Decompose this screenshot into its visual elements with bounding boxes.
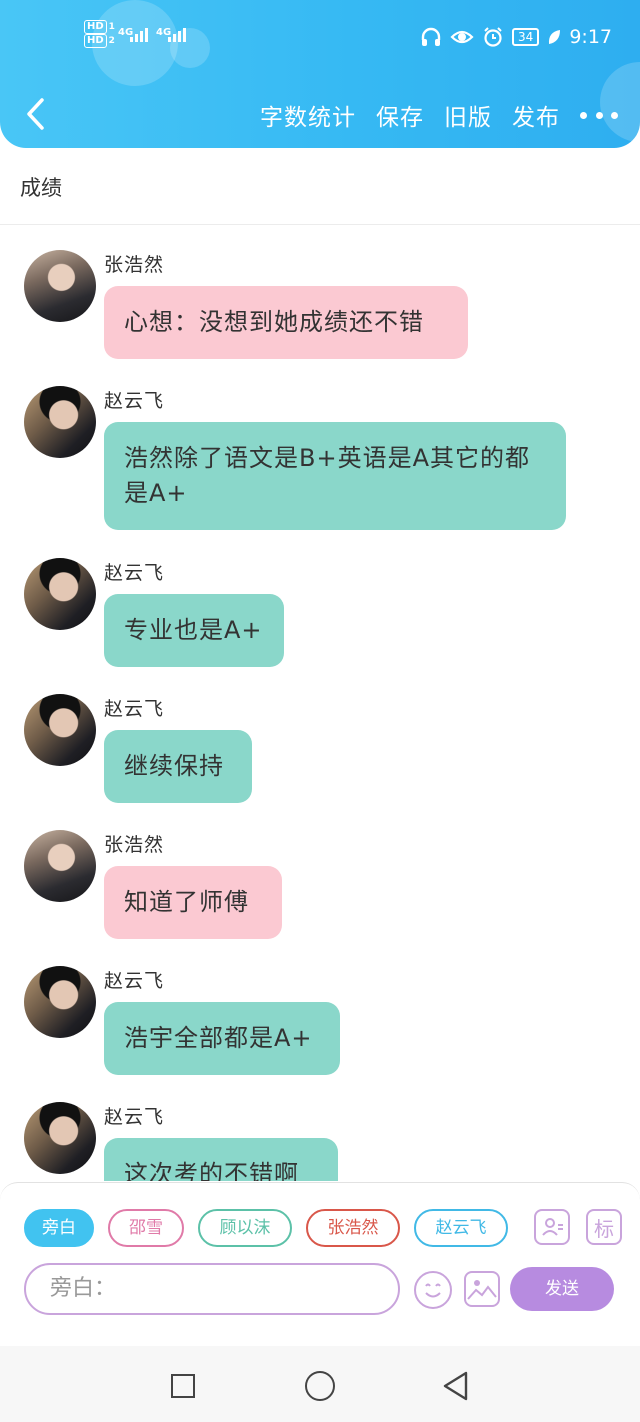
sim-indicator: HD 1 HD 2 xyxy=(84,20,115,48)
role-chip-zhaoyunfei[interactable]: 赵云飞 xyxy=(414,1209,508,1247)
headphones-icon xyxy=(421,27,441,46)
back-nav-icon[interactable] xyxy=(440,1370,472,1402)
back-icon[interactable] xyxy=(22,96,50,132)
avatar[interactable] xyxy=(24,250,96,322)
home-icon[interactable] xyxy=(305,1371,335,1401)
status-bar: HD 1 HD 2 4G 4G 34 9:17 xyxy=(0,0,640,72)
message-bubble[interactable]: 浩宇全部都是A+ xyxy=(104,1002,340,1075)
role-chip-narrator[interactable]: 旁白 xyxy=(24,1209,94,1247)
role-chip-shaoxue[interactable]: 邵雪 xyxy=(108,1209,184,1247)
message-bubble[interactable]: 这次考的不错啊 xyxy=(104,1138,338,1181)
sender-name: 张浩然 xyxy=(104,254,165,276)
battery-icon: 34 xyxy=(512,28,540,46)
status-time: 9:17 xyxy=(569,26,612,48)
hd-badge: HD xyxy=(84,20,107,34)
add-role-icon[interactable] xyxy=(534,1209,570,1245)
composer-panel: 旁白 邵雪 顾以沫 张浩然 赵云飞 标 旁白： 发送 xyxy=(0,1182,640,1317)
avatar[interactable] xyxy=(24,830,96,902)
sender-name: 赵云飞 xyxy=(104,1106,165,1128)
image-icon[interactable] xyxy=(464,1271,500,1307)
publish-button[interactable]: 发布 xyxy=(512,98,560,132)
old-version-button[interactable]: 旧版 xyxy=(444,98,492,132)
sender-name: 赵云飞 xyxy=(104,390,165,412)
status-icons: 34 9:17 xyxy=(420,26,612,48)
sim-index: 1 xyxy=(108,22,115,32)
sim-index: 2 xyxy=(108,36,115,46)
mark-icon[interactable]: 标 xyxy=(586,1209,622,1245)
chat-list[interactable]: 张浩然 心想：没想到她成绩还不错 赵云飞 浩然除了语文是B+英语是A其它的都是A… xyxy=(0,226,640,1181)
eye-icon xyxy=(450,30,474,44)
avatar[interactable] xyxy=(24,694,96,766)
app-header: HD 1 HD 2 4G 4G 34 9:17 字数统计 保存 旧版 发布 xyxy=(0,0,640,148)
word-count-button[interactable]: 字数统计 xyxy=(260,98,356,132)
sender-name: 赵云飞 xyxy=(104,970,165,992)
leaf-icon xyxy=(549,30,561,44)
message-bubble[interactable]: 浩然除了语文是B+英语是A其它的都是A+ xyxy=(104,422,566,530)
hd-badge: HD xyxy=(84,34,107,48)
message-bubble[interactable]: 专业也是A+ xyxy=(104,594,284,667)
alarm-icon xyxy=(484,27,502,47)
header-toolbar: 字数统计 保存 旧版 发布 xyxy=(260,98,618,132)
avatar[interactable] xyxy=(24,558,96,630)
story-title[interactable]: 成绩 xyxy=(20,172,62,202)
role-chip-guyimo[interactable]: 顾以沫 xyxy=(198,1209,292,1247)
signal-icon xyxy=(168,28,186,42)
message-bubble[interactable]: 知道了师傅 xyxy=(104,866,282,939)
role-chip-zhanghaoran[interactable]: 张浩然 xyxy=(306,1209,400,1247)
message-bubble[interactable]: 心想：没想到她成绩还不错 xyxy=(104,286,468,359)
avatar[interactable] xyxy=(24,386,96,458)
save-button[interactable]: 保存 xyxy=(376,98,424,132)
emoji-icon[interactable] xyxy=(414,1271,452,1309)
more-icon[interactable] xyxy=(580,98,618,132)
message-input[interactable]: 旁白： xyxy=(24,1263,400,1315)
divider xyxy=(0,224,640,225)
sender-name: 张浩然 xyxy=(104,834,165,856)
sender-name: 赵云飞 xyxy=(104,562,165,584)
send-button[interactable]: 发送 xyxy=(510,1267,614,1311)
signal-icon xyxy=(130,28,148,42)
message-bubble[interactable]: 继续保持 xyxy=(104,730,252,803)
sender-name: 赵云飞 xyxy=(104,698,165,720)
system-nav-bar xyxy=(0,1346,640,1422)
avatar[interactable] xyxy=(24,966,96,1038)
recents-icon[interactable] xyxy=(171,1374,195,1398)
avatar[interactable] xyxy=(24,1102,96,1174)
